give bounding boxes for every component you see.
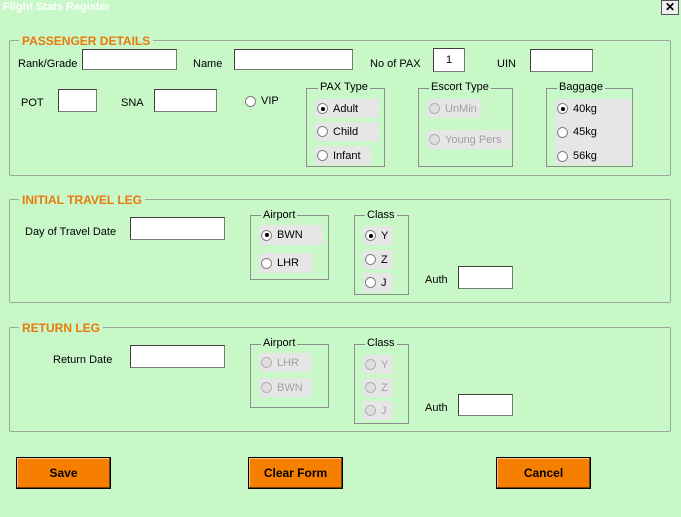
initial-airport-bwn[interactable]: BWN	[259, 225, 323, 245]
sna-input[interactable]	[154, 89, 217, 112]
initial-class-title: Class	[365, 209, 397, 221]
return-auth-label: Auth	[425, 402, 448, 414]
return-auth-input[interactable]	[458, 394, 513, 416]
pax-type-adult-indicator[interactable]	[317, 103, 328, 114]
initial-leg-heading: INITIAL TRAVEL LEG	[19, 193, 146, 207]
vip-radio-indicator[interactable]	[245, 95, 256, 107]
passenger-details-heading: PASSENGER DETAILS	[19, 34, 154, 48]
pax-type-infant-label: Infant	[333, 149, 361, 162]
pot-label: POT	[21, 97, 44, 109]
escort-young-pers[interactable]: Young Pers	[427, 130, 511, 149]
return-class-j[interactable]: J	[363, 401, 393, 420]
rank-input[interactable]	[82, 49, 177, 70]
escort-young-pers-label: Young Pers	[445, 133, 502, 146]
initial-class-z-indicator[interactable]	[365, 254, 376, 265]
baggage-45kg-indicator[interactable]	[557, 126, 568, 138]
save-button[interactable]: Save	[16, 457, 111, 489]
return-date-label: Return Date	[53, 354, 113, 366]
rank-label: Rank/Grade	[18, 58, 78, 70]
title-bar: Flight Stats Register ✕	[0, 0, 681, 16]
baggage-45kg[interactable]: 45kg	[555, 124, 632, 140]
return-airport-bwn-indicator[interactable]	[261, 382, 272, 393]
initial-class-y-label: Y	[381, 229, 389, 242]
return-airport-bwn[interactable]: BWN	[259, 378, 311, 397]
return-airport-bwn-label: BWN	[277, 381, 303, 394]
escort-unmin-indicator[interactable]	[429, 103, 440, 114]
initial-airport-lhr[interactable]: LHR	[259, 253, 313, 273]
return-class-y[interactable]: Y	[363, 355, 393, 374]
pax-type-adult-label: Adult	[333, 102, 359, 115]
return-class-z-label: Z	[381, 381, 388, 394]
sna-label: SNA	[121, 97, 144, 109]
initial-class-j-indicator[interactable]	[365, 277, 376, 288]
baggage-45kg-label: 45kg	[573, 126, 597, 138]
baggage-title: Baggage	[557, 81, 606, 93]
initial-class-y[interactable]: Y	[363, 226, 393, 245]
return-leg-heading: RETURN LEG	[19, 321, 103, 335]
return-airport-title: Airport	[261, 337, 298, 349]
pax-type-child-indicator[interactable]	[317, 126, 328, 137]
return-date-input[interactable]	[130, 345, 225, 368]
pax-count-label: No of PAX	[370, 58, 421, 70]
pot-input[interactable]	[58, 89, 97, 112]
return-airport-lhr-indicator[interactable]	[261, 357, 272, 368]
name-input[interactable]	[234, 49, 353, 70]
initial-auth-label: Auth	[425, 274, 448, 286]
escort-young-pers-indicator[interactable]	[429, 134, 440, 145]
return-leg-frame	[9, 327, 671, 432]
escort-type-title: Escort Type	[429, 81, 491, 93]
initial-class-j-label: J	[381, 276, 387, 289]
initial-class-z[interactable]: Z	[363, 250, 393, 269]
vip-radio[interactable]: VIP	[243, 94, 279, 108]
close-icon[interactable]: ✕	[665, 0, 675, 14]
return-class-title: Class	[365, 337, 397, 349]
vip-label: VIP	[261, 95, 279, 107]
escort-unmin[interactable]: UnMin	[427, 99, 481, 118]
initial-airport-lhr-label: LHR	[277, 257, 300, 269]
return-class-z-indicator[interactable]	[365, 382, 376, 393]
clear-form-button[interactable]: Clear Form	[248, 457, 343, 489]
pax-count-input[interactable]: 1	[433, 48, 465, 72]
escort-unmin-label: UnMin	[445, 102, 477, 115]
baggage-56kg-label: 56kg	[573, 150, 597, 162]
return-airport-lhr[interactable]: LHR	[259, 353, 311, 372]
baggage-56kg[interactable]: 56kg	[555, 148, 632, 164]
pax-type-child-label: Child	[333, 125, 359, 138]
baggage-56kg-indicator[interactable]	[557, 150, 568, 162]
pax-type-title: PAX Type	[318, 81, 370, 93]
return-class-j-label: J	[381, 404, 387, 417]
travel-date-input[interactable]	[130, 217, 225, 240]
window-title: Flight Stats Register	[3, 1, 110, 13]
cancel-button[interactable]: Cancel	[496, 457, 591, 489]
initial-leg-frame	[9, 199, 671, 303]
baggage-40kg-label: 40kg	[573, 103, 597, 115]
initial-class-z-label: Z	[381, 253, 388, 266]
return-class-z[interactable]: Z	[363, 378, 393, 397]
uin-input[interactable]	[530, 49, 593, 72]
initial-airport-lhr-indicator[interactable]	[261, 257, 272, 269]
close-button[interactable]: ✕	[661, 0, 679, 15]
initial-airport-title: Airport	[261, 209, 298, 221]
baggage-40kg-indicator[interactable]	[557, 103, 568, 114]
name-label: Name	[193, 58, 223, 70]
initial-airport-bwn-label: BWN	[277, 229, 303, 241]
pax-type-child[interactable]: Child	[315, 122, 379, 141]
initial-class-y-indicator[interactable]	[365, 230, 376, 241]
return-class-y-label: Y	[381, 358, 389, 371]
travel-date-label: Day of Travel Date	[25, 226, 117, 238]
return-airport-lhr-label: LHR	[277, 356, 300, 369]
return-class-y-indicator[interactable]	[365, 359, 376, 370]
initial-class-j[interactable]: J	[363, 273, 393, 292]
uin-label: UIN	[497, 58, 516, 70]
pax-type-infant[interactable]: Infant	[315, 146, 371, 165]
initial-airport-bwn-indicator[interactable]	[261, 229, 272, 241]
pax-type-adult[interactable]: Adult	[315, 99, 379, 118]
initial-auth-input[interactable]	[458, 266, 513, 289]
pax-type-infant-indicator[interactable]	[317, 150, 328, 161]
return-class-j-indicator[interactable]	[365, 405, 376, 416]
